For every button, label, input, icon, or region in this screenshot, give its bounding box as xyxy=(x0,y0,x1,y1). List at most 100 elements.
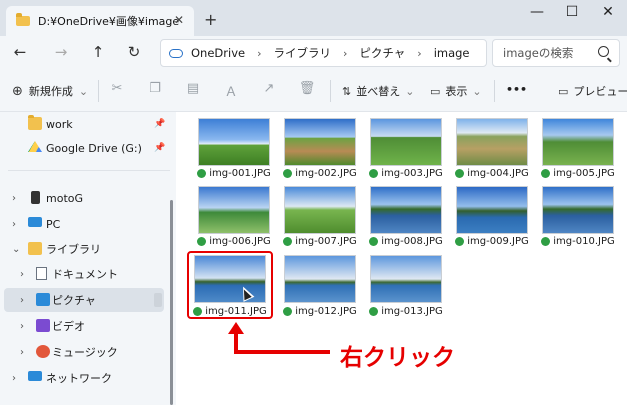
file-name: img-006.JPG xyxy=(191,236,277,247)
chevron-right-icon[interactable]: › xyxy=(20,321,24,332)
address-bar[interactable]: OneDrive › ライブラリ › ピクチャ › image xyxy=(160,39,487,67)
annotation-arrow-line xyxy=(234,350,330,354)
file-name: img-004.JPG xyxy=(449,168,535,179)
rename-icon[interactable]: Ａ xyxy=(221,81,241,100)
minimize-button[interactable]: — xyxy=(525,4,549,20)
file-thumbnail[interactable] xyxy=(284,255,356,303)
sync-check-icon xyxy=(455,169,465,178)
new-tab-button[interactable]: + xyxy=(204,10,217,29)
file-thumbnail[interactable] xyxy=(198,186,270,234)
file-grid: img-001.JPG img-002.JPG img-003.JPG img-… xyxy=(176,112,627,405)
command-separator xyxy=(330,80,331,102)
more-options-button[interactable]: ••• xyxy=(506,83,527,96)
forward-button[interactable]: → xyxy=(51,43,71,61)
chevron-right-icon[interactable]: › xyxy=(12,193,16,204)
window-tab[interactable]: D:¥OneDrive¥画像¥image ✕ xyxy=(6,6,194,36)
file-thumbnail[interactable] xyxy=(370,118,442,166)
file-thumbnail[interactable] xyxy=(542,118,614,166)
new-button[interactable]: ⊕ 新規作成 ⌄ xyxy=(12,83,88,99)
annotation-label: 右クリック xyxy=(340,345,455,371)
sidebar-item-work[interactable]: work 📌 xyxy=(0,112,170,136)
refresh-button[interactable]: ↻ xyxy=(124,43,144,61)
pin-icon[interactable]: 📌 xyxy=(154,143,165,153)
file-name: img-009.JPG xyxy=(449,236,535,247)
videos-icon xyxy=(36,319,50,332)
preview-label: プレビュー xyxy=(573,85,627,98)
delete-icon[interactable]: 🗑 xyxy=(297,81,317,96)
file-name: img-010.JPG xyxy=(535,236,621,247)
folder-icon xyxy=(16,13,30,26)
close-window-button[interactable]: ✕ xyxy=(596,4,620,20)
sort-icon: ⇅ xyxy=(342,84,352,98)
file-thumbnail[interactable] xyxy=(370,186,442,234)
navigation-scrollbar[interactable] xyxy=(170,200,173,405)
chevron-right-icon[interactable]: › xyxy=(12,219,16,230)
chevron-right-icon[interactable]: › xyxy=(20,347,24,358)
share-icon[interactable]: ↗ xyxy=(259,81,279,96)
up-button[interactable]: ↑ xyxy=(88,43,108,61)
file-name: img-001.JPG xyxy=(191,168,277,179)
sync-check-icon xyxy=(541,169,551,178)
file-thumbnail[interactable] xyxy=(542,186,614,234)
sync-check-icon xyxy=(369,307,379,316)
sidebar-item-google-drive[interactable]: Google Drive (G:) 📌 xyxy=(0,136,170,160)
navigation-bar: ← → ↑ ↻ OneDrive › ライブラリ › ピクチャ › image … xyxy=(0,36,627,70)
pin-icon[interactable]: 📌 xyxy=(154,119,165,129)
sort-label: 並べ替え xyxy=(356,85,401,98)
sync-check-icon xyxy=(541,237,551,246)
search-icon[interactable] xyxy=(598,46,609,57)
sidebar-item-pc[interactable]: › PC xyxy=(0,212,170,236)
breadcrumb-image[interactable]: image xyxy=(434,46,470,60)
sidebar-item-label: Google Drive (G:) xyxy=(46,141,142,155)
search-input[interactable]: imageの検索 xyxy=(492,39,620,67)
file-name: img-008.JPG xyxy=(363,236,449,247)
navigation-pane: work 📌 Google Drive (G:) 📌 › motoG › PC … xyxy=(0,112,176,405)
google-drive-icon xyxy=(28,141,42,153)
sync-check-icon xyxy=(369,169,379,178)
preview-pane-button[interactable]: ▭ プレビュー xyxy=(558,83,627,99)
breadcrumb-onedrive[interactable]: OneDrive xyxy=(191,46,245,60)
sync-check-icon xyxy=(283,169,293,178)
cut-icon[interactable]: ✂ xyxy=(107,81,127,96)
folder-icon xyxy=(28,115,42,130)
sidebar-item-music[interactable]: › ミュージック xyxy=(0,340,170,364)
file-thumbnail[interactable] xyxy=(284,186,356,234)
file-thumbnail[interactable] xyxy=(456,118,528,166)
breadcrumb-library[interactable]: ライブラリ xyxy=(273,45,331,61)
sidebar-item-label: ライブラリ xyxy=(46,243,101,256)
sidebar-item-library[interactable]: ⌄ ライブラリ xyxy=(0,237,170,261)
sidebar-item-motog[interactable]: › motoG xyxy=(0,186,170,210)
file-thumbnail[interactable] xyxy=(456,186,528,234)
breadcrumb-separator: › xyxy=(417,46,422,60)
view-icon: ▭ xyxy=(430,84,441,98)
file-name: img-011.JPG xyxy=(187,306,273,317)
chevron-right-icon[interactable]: › xyxy=(20,295,24,306)
sidebar-item-label: ピクチャ xyxy=(52,294,96,307)
chevron-down-icon[interactable]: ⌄ xyxy=(12,244,20,255)
tab-close-icon[interactable]: ✕ xyxy=(174,13,184,27)
breadcrumb-separator: › xyxy=(342,46,348,60)
search-placeholder: imageの検索 xyxy=(503,46,574,60)
chevron-right-icon[interactable]: › xyxy=(20,269,24,280)
view-button[interactable]: ▭ 表示 ⌄ xyxy=(430,83,482,99)
breadcrumb-pictures[interactable]: ピクチャ xyxy=(359,45,405,61)
file-thumbnail[interactable] xyxy=(284,118,356,166)
sidebar-item-pictures[interactable]: › ピクチャ xyxy=(4,288,164,312)
paste-icon[interactable]: ▤ xyxy=(183,81,203,96)
file-thumbnail[interactable] xyxy=(370,255,442,303)
sidebar-item-label: motoG xyxy=(46,191,84,205)
chevron-right-icon[interactable]: › xyxy=(12,373,16,384)
back-button[interactable]: ← xyxy=(10,43,30,61)
sidebar-item-documents[interactable]: › ドキュメント xyxy=(0,262,170,286)
file-thumbnail[interactable] xyxy=(194,255,266,303)
sidebar-item-label: ドキュメント xyxy=(52,268,118,281)
sidebar-item-label: ビデオ xyxy=(52,320,85,333)
maximize-button[interactable]: ☐ xyxy=(560,4,584,20)
sidebar-item-videos[interactable]: › ビデオ xyxy=(0,314,170,338)
file-thumbnail[interactable] xyxy=(198,118,270,166)
file-name: img-005.JPG xyxy=(535,168,621,179)
sidebar-item-network[interactable]: › ネットワーク xyxy=(0,366,170,390)
copy-icon[interactable]: ❐ xyxy=(145,81,165,96)
sort-button[interactable]: ⇅ 並べ替え ⌄ xyxy=(342,83,414,99)
preview-pane-icon: ▭ xyxy=(558,84,569,98)
